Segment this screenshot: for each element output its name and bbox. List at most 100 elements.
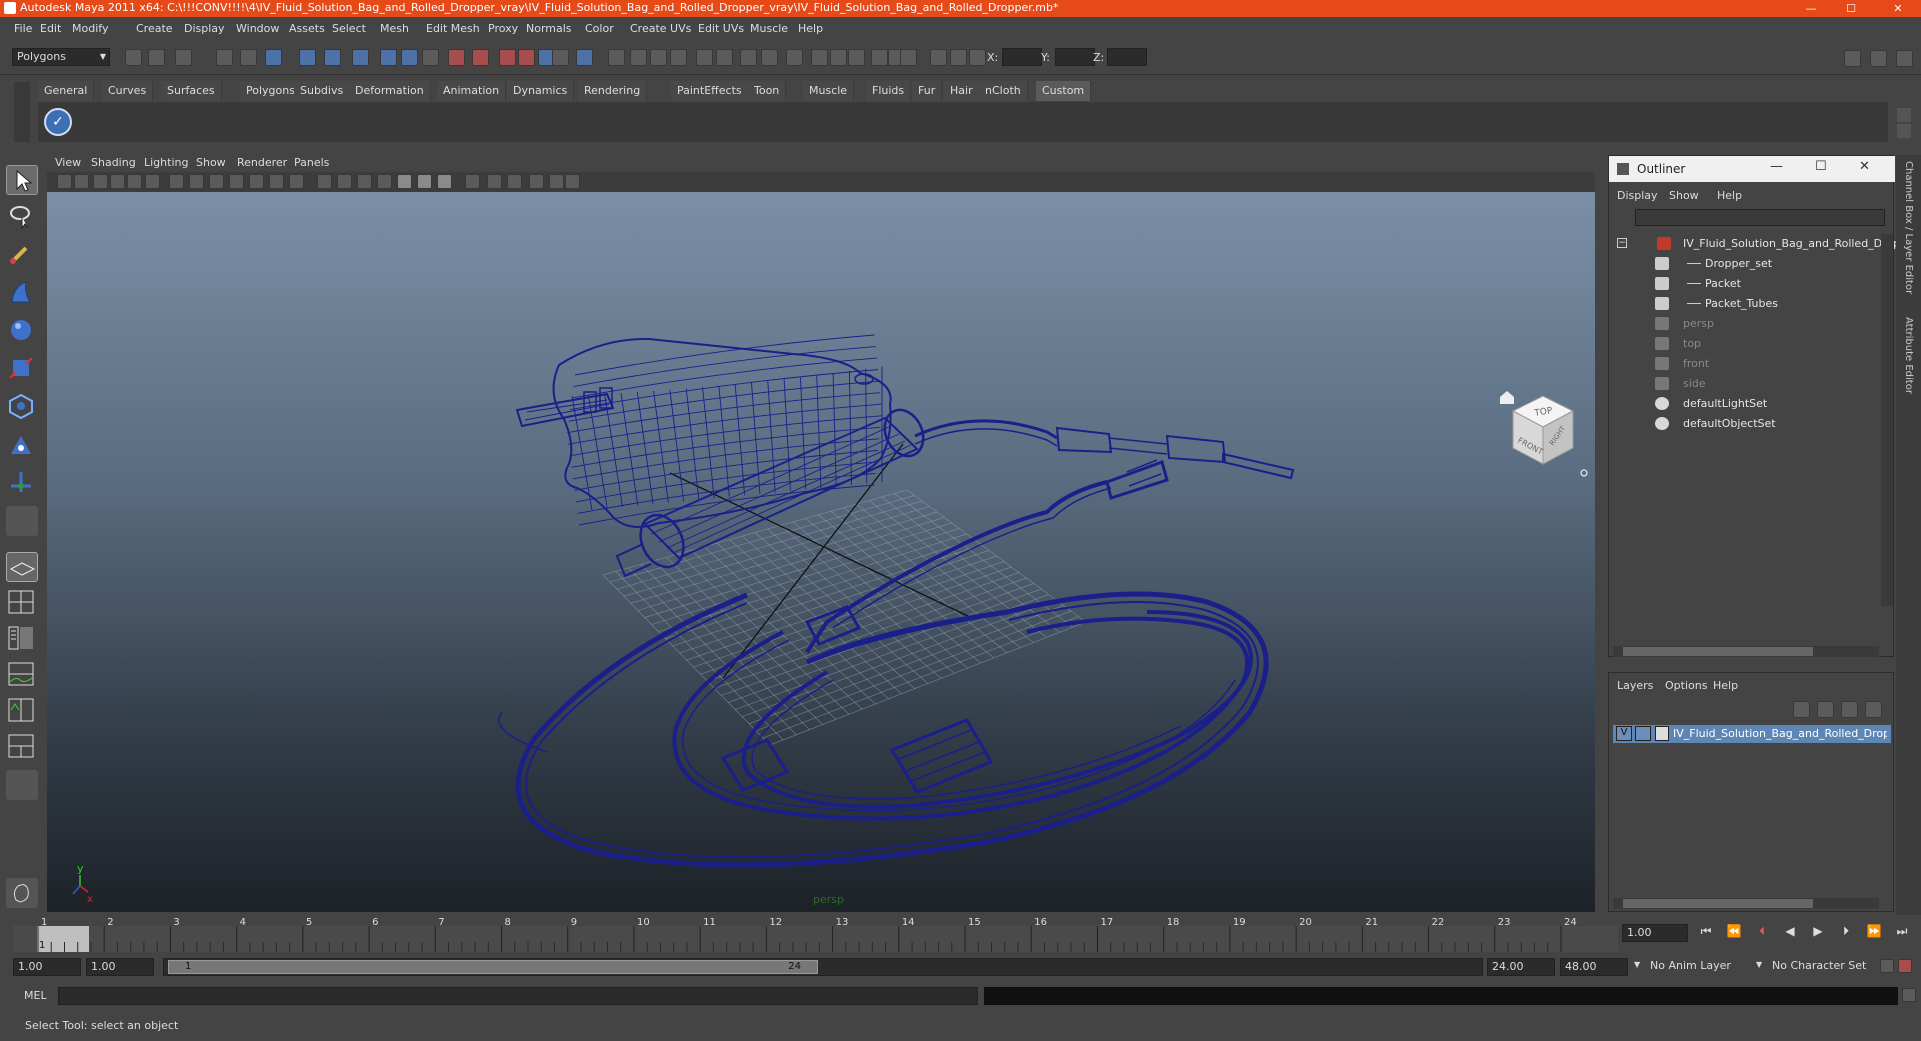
select-mask-icon[interactable] [299,49,316,66]
custom-layout-icon[interactable] [6,732,38,762]
gate-mask-icon[interactable] [229,174,244,189]
graph-icon[interactable] [716,49,733,66]
select-tool-icon[interactable] [6,165,38,195]
go-to-end-icon[interactable]: ⏭ [1892,924,1912,942]
graph-editor-layout-icon[interactable] [6,660,38,690]
toggle-a-icon[interactable] [830,49,847,66]
anim-layer-chevron-icon[interactable]: ▼ [1634,960,1640,969]
home-icon[interactable] [1500,391,1514,404]
outliner-row[interactable]: Packet [1609,274,1879,294]
menu-item-1[interactable]: Edit [40,22,61,35]
x-field[interactable] [1002,48,1042,66]
step-forward-frame-icon[interactable]: ⏩ [1864,924,1884,942]
go-to-start-icon[interactable]: ⏮ [1696,924,1716,942]
shelf-tab-surfaces[interactable]: Surfaces [161,81,222,101]
snap-grid-icon[interactable] [324,49,341,66]
camera-attr-icon[interactable] [57,174,72,189]
shelf-scroll-up-icon[interactable] [1897,108,1911,122]
menu-item-7[interactable]: Select [332,22,366,35]
toggle-b-icon[interactable] [848,49,865,66]
camera-select-icon[interactable] [74,174,89,189]
render-settings-icon[interactable] [670,49,687,66]
panel-layout-icon[interactable] [1844,50,1861,67]
panel-menu-item-5[interactable]: Panels [294,156,329,169]
history-icon[interactable] [448,49,465,66]
shelf-tab-ncloth[interactable]: nCloth [979,81,1028,101]
grease-pencil-icon[interactable] [145,174,160,189]
outliner-minimize-icon[interactable]: — [1770,159,1783,174]
command-language-label[interactable]: MEL [24,989,47,1002]
make-live-icon[interactable] [422,49,439,66]
menu-item-4[interactable]: Display [184,22,225,35]
snap-point-icon[interactable] [380,49,397,66]
shelf-tab-deformation[interactable]: Deformation [349,81,431,101]
xray-components-icon[interactable] [529,174,544,189]
outliner-maximize-icon[interactable]: ☐ [1815,159,1827,174]
range-slider-handle[interactable]: 1 24 [168,960,818,974]
shelf-tab-dynamics[interactable]: Dynamics [507,81,575,101]
animation-end-field[interactable]: 48.00 [1560,958,1628,976]
shelf-tab-painteffects[interactable]: PaintEffects [671,81,749,101]
last-tool-icon[interactable] [6,506,38,536]
menu-item-12[interactable]: Color [585,22,614,35]
outliner-row[interactable]: Packet_Tubes [1609,294,1879,314]
select-object-icon[interactable] [240,49,257,66]
layer-options-icon[interactable] [1841,701,1858,718]
menu-item-8[interactable]: Mesh [380,22,409,35]
outliner-row[interactable]: front [1609,354,1879,374]
script-editor-icon[interactable] [1902,988,1916,1002]
outliner-row[interactable]: persp [1609,314,1879,334]
outliner-menu-item-2[interactable]: Help [1717,189,1742,202]
move-tool-icon[interactable] [6,278,38,308]
lattice-icon[interactable] [786,49,803,66]
z-field[interactable] [1107,48,1147,66]
custom-shelf-check-icon[interactable]: ✓ [44,108,72,136]
construction-history-icon[interactable] [518,49,535,66]
manipulator-tool-icon[interactable] [6,392,38,422]
panel-menu-item-2[interactable]: Lighting [144,156,188,169]
attribute-editor-tab[interactable]: Attribute Editor [1903,317,1914,394]
outliner-vscroll[interactable] [1881,234,1893,606]
outliner-filter-field[interactable] [1635,209,1885,226]
layer-template-toggle[interactable] [1635,726,1651,741]
snap-curve-icon[interactable] [352,49,369,66]
close-icon[interactable]: ✕ [1883,0,1913,17]
input-ops-icon[interactable] [472,49,489,66]
hypershade-layout-icon[interactable] [6,696,38,726]
outliner-row[interactable]: − IV_Fluid_Solution_Bag_and_Rolled_Drop [1609,234,1900,254]
film-gate-icon[interactable] [189,174,204,189]
menu-item-11[interactable]: Normals [526,22,572,35]
output-ops-icon[interactable] [499,49,516,66]
shelf-tab-polygons[interactable]: Polygons [240,81,302,101]
mode-selector[interactable]: Polygons ▼ [12,48,110,66]
play-forwards-icon[interactable]: ▶ [1808,924,1828,942]
outliner-hscroll[interactable] [1613,646,1879,657]
select-highlight-icon[interactable] [576,49,593,66]
use-lights-icon[interactable] [397,174,412,189]
toolbox-expand-icon[interactable] [6,770,38,800]
range-slider-track[interactable]: 1 24 [163,958,1483,976]
select-hierarchy-icon[interactable] [216,49,233,66]
blend-icon[interactable] [761,49,778,66]
outliner-row[interactable]: Dropper_set [1609,254,1879,274]
play-backwards-icon[interactable]: ◀ [1780,924,1800,942]
menu-item-9[interactable]: Edit Mesh [426,22,480,35]
layer-add-icon[interactable] [1865,701,1882,718]
panel-menu-item-1[interactable]: Shading [91,156,136,169]
time-slider-ruler[interactable]: 11 2 3 4 5 6 7 8 9 10 11 12 13 14 15 16 17 18 19 20 21 22 23 24 [13,917,1618,952]
outliner-layout-icon[interactable] [6,624,38,654]
four-view-layout-icon[interactable] [6,588,38,618]
xray-joints-icon[interactable] [507,174,522,189]
lock-icon[interactable] [552,49,569,66]
auto-key-icon[interactable] [1898,959,1912,973]
outliner-menu-item-0[interactable]: Display [1617,189,1658,202]
outliner-row[interactable]: defaultLightSet [1609,394,1879,414]
step-back-key-icon[interactable]: ⏴ [1752,924,1772,942]
single-perspective-layout-icon[interactable] [6,552,38,582]
safe-action-icon[interactable] [269,174,284,189]
transform-absolute-icon[interactable] [950,49,967,66]
scale-tool-icon[interactable] [6,354,38,384]
current-time-field[interactable]: 1.00 [1622,924,1688,942]
backface-icon[interactable] [549,174,564,189]
outliner-close-icon[interactable]: ✕ [1859,159,1870,174]
